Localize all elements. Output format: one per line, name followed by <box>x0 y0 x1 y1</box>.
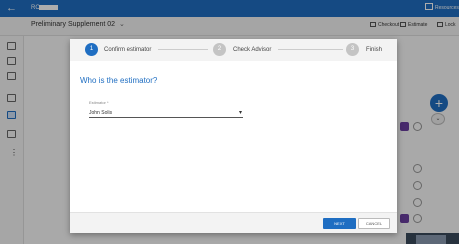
step-2-indicator: 2 <box>213 43 226 56</box>
estimator-selected-value: John Solis <box>89 110 113 116</box>
estimator-dialog: 1 Confirm estimator 2 Check Advisor 3 Fi… <box>70 39 397 233</box>
stepper: 1 Confirm estimator 2 Check Advisor 3 Fi… <box>70 39 397 61</box>
estimator-select[interactable]: John Solis ▾ <box>89 109 243 118</box>
cancel-button[interactable]: CANCEL <box>358 218 390 229</box>
step-2-label: Check Advisor <box>233 47 272 53</box>
step-3-indicator: 3 <box>346 43 359 56</box>
step-1-label: Confirm estimator <box>104 47 152 53</box>
step-connector <box>158 49 208 50</box>
step-3-label: Finish <box>366 47 383 53</box>
dialog-heading: Who is the estimator? <box>80 76 158 85</box>
estimator-field-label: Estimator * <box>89 100 109 105</box>
next-button[interactable]: NEXT <box>323 218 356 229</box>
step-1-indicator: 1 <box>85 43 98 56</box>
chevron-down-icon: ▾ <box>238 110 242 116</box>
dialog-footer: NEXT CANCEL <box>70 212 397 233</box>
step-connector <box>278 49 343 50</box>
